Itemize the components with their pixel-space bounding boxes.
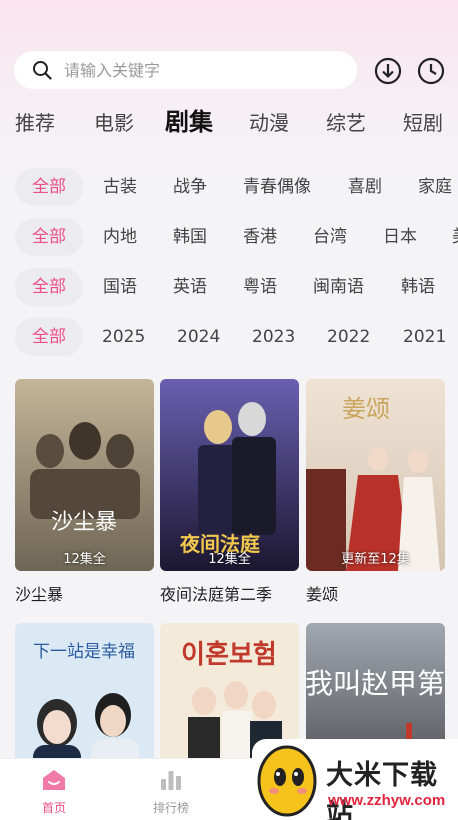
language-chip[interactable]: 国语 bbox=[103, 268, 137, 306]
language-chip[interactable]: 英语 bbox=[173, 268, 207, 306]
year-chip[interactable]: 2025 bbox=[102, 318, 145, 356]
year-chip[interactable]: 2021 bbox=[403, 318, 446, 356]
download-icon[interactable] bbox=[374, 57, 402, 85]
poster-image[interactable]: 姜颂 更新至12集 bbox=[306, 379, 445, 571]
search-icon bbox=[33, 61, 52, 80]
poster-image[interactable]: 沙尘暴 12集全 bbox=[15, 379, 154, 571]
genre-chip[interactable]: 古装 bbox=[103, 168, 137, 206]
watermark-url: www.zzhyw.com bbox=[328, 792, 446, 809]
year-filter-row: 全部 2025 2024 2023 2022 2021 bbox=[0, 318, 458, 356]
genre-chip[interactable]: 战争 bbox=[173, 168, 207, 206]
region-chip[interactable]: 韩国 bbox=[173, 218, 207, 256]
bottom-nav-home[interactable]: 首页 bbox=[24, 767, 84, 816]
tab-anime[interactable]: 动漫 bbox=[249, 106, 289, 140]
year-chip[interactable]: 2023 bbox=[252, 318, 295, 356]
genre-all-chip[interactable]: 全部 bbox=[15, 168, 83, 206]
search-input[interactable] bbox=[64, 60, 324, 80]
episode-badge: 12集全 bbox=[208, 552, 251, 567]
card-title: 姜颂 bbox=[306, 585, 339, 604]
watermark-name: 大米下载站 bbox=[326, 760, 438, 820]
region-chip[interactable]: 香港 bbox=[243, 218, 277, 256]
year-all-chip[interactable]: 全部 bbox=[15, 318, 83, 356]
region-chip[interactable]: 日本 bbox=[383, 218, 417, 256]
tab-shorts[interactable]: 短剧 bbox=[403, 106, 443, 140]
region-chip[interactable]: 美 bbox=[452, 218, 458, 256]
tab-variety[interactable]: 综艺 bbox=[326, 106, 366, 140]
year-chip[interactable]: 2022 bbox=[327, 318, 370, 356]
genre-chip[interactable]: 喜剧 bbox=[348, 168, 382, 206]
search-row bbox=[14, 51, 448, 89]
series-card[interactable]: 姜颂 更新至12集 姜颂 bbox=[306, 379, 445, 605]
poster-image[interactable]: 夜间法庭 12集全 bbox=[160, 379, 299, 571]
tab-series[interactable]: 剧集 bbox=[165, 105, 213, 139]
language-chip[interactable]: 韩语 bbox=[401, 268, 435, 306]
language-filter-row: 全部 国语 英语 粤语 闽南语 韩语 bbox=[0, 268, 458, 306]
site-watermark: 大米下载站 www.zzhyw.com bbox=[252, 739, 458, 820]
card-title: 沙尘暴 bbox=[15, 585, 64, 604]
bottom-nav-ranking-label: 排行榜 bbox=[152, 801, 189, 815]
genre-filter-row: 全部 古装 战争 青春偶像 喜剧 家庭 bbox=[0, 168, 458, 206]
bottom-nav-home-label: 首页 bbox=[41, 801, 66, 815]
genre-chip[interactable]: 家庭 bbox=[418, 168, 452, 206]
home-icon bbox=[43, 770, 65, 790]
tab-recommend[interactable]: 推荐 bbox=[15, 106, 55, 140]
language-chip[interactable]: 闽南语 bbox=[313, 268, 364, 306]
tab-movies[interactable]: 电影 bbox=[94, 106, 134, 140]
svg-text:下一站是幸福: 下一站是幸福 bbox=[33, 642, 135, 662]
series-card[interactable]: 沙尘暴 12集全 沙尘暴 bbox=[15, 379, 154, 605]
series-card[interactable]: 夜间法庭 12集全 夜间法庭第二季 bbox=[160, 379, 299, 605]
svg-text:沙尘暴: 沙尘暴 bbox=[51, 510, 117, 535]
ranking-icon bbox=[161, 771, 181, 790]
episode-badge: 12集全 bbox=[63, 552, 106, 567]
search-box[interactable] bbox=[14, 51, 357, 89]
region-chip[interactable]: 内地 bbox=[103, 218, 137, 256]
language-all-chip[interactable]: 全部 bbox=[15, 268, 83, 306]
region-chip[interactable]: 台湾 bbox=[313, 218, 347, 256]
rice-mascot-logo bbox=[257, 745, 317, 817]
history-icon[interactable] bbox=[417, 57, 445, 85]
episode-badge: 更新至12集 bbox=[341, 552, 410, 567]
svg-text:이혼보험: 이혼보험 bbox=[181, 640, 277, 670]
category-tabs: 推荐 电影 剧集 动漫 综艺 短剧 bbox=[0, 106, 458, 142]
bottom-nav-ranking[interactable]: 排行榜 bbox=[141, 767, 201, 816]
region-all-chip[interactable]: 全部 bbox=[15, 218, 83, 256]
region-filter-row: 全部 内地 韩国 香港 台湾 日本 美 bbox=[0, 218, 458, 256]
language-chip[interactable]: 粤语 bbox=[243, 268, 277, 306]
card-title: 夜间法庭第二季 bbox=[160, 585, 273, 604]
year-chip[interactable]: 2024 bbox=[177, 318, 220, 356]
svg-text:姜颂: 姜颂 bbox=[342, 395, 390, 423]
genre-chip[interactable]: 青春偶像 bbox=[243, 168, 311, 206]
svg-text:我叫赵甲第: 我叫赵甲第 bbox=[306, 667, 445, 700]
